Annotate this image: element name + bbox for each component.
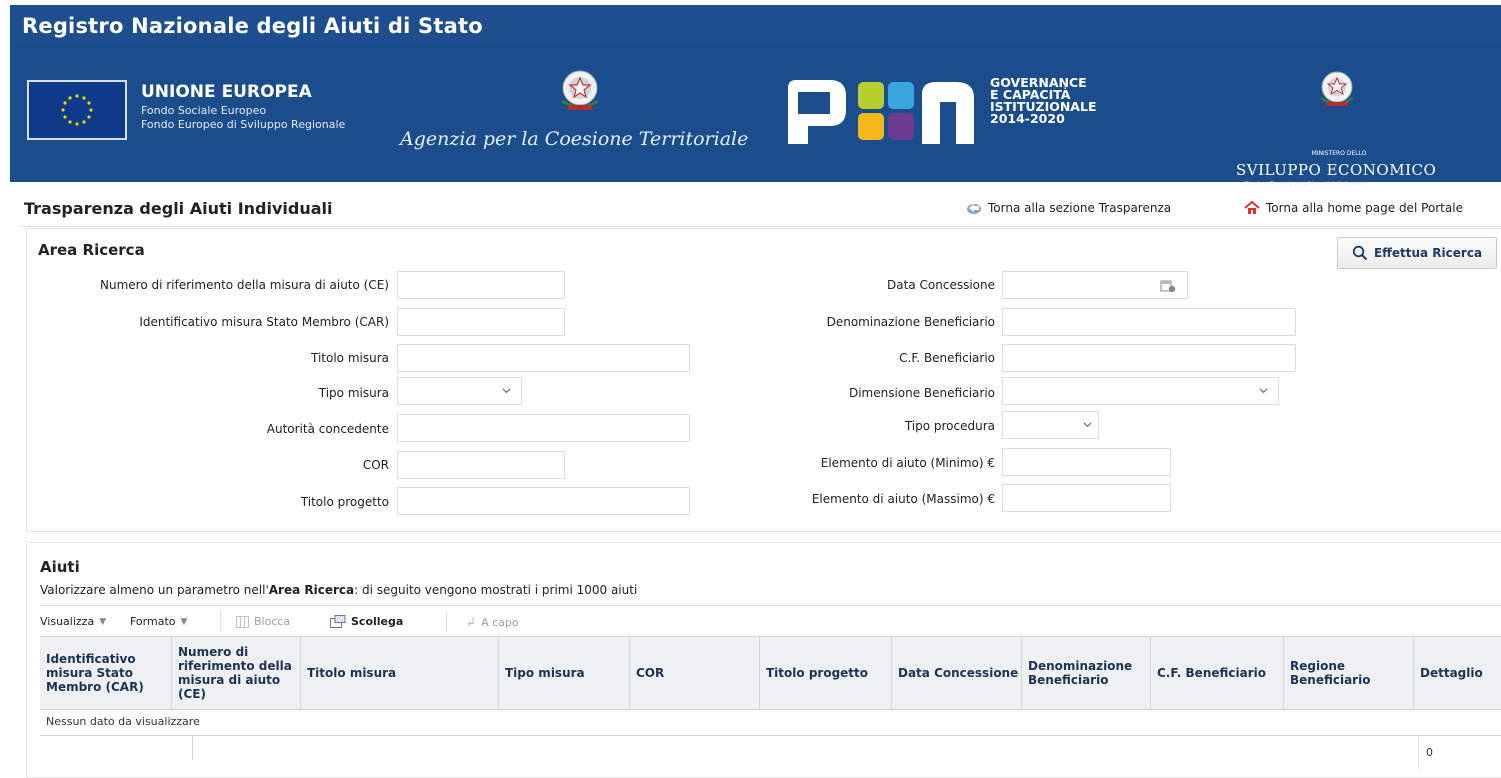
measure-type-label: Tipo misura <box>318 386 389 400</box>
wrap-label: A capo <box>481 615 519 629</box>
search-section-title: Area Ricerca <box>38 241 145 259</box>
chevron-down-icon <box>1259 388 1268 394</box>
footer-divider <box>1418 736 1419 770</box>
cor-input[interactable] <box>397 451 565 479</box>
eu-fund-social: Fondo Sociale Europeo <box>141 104 267 117</box>
procedure-type-select[interactable] <box>1002 411 1099 439</box>
grant-date-input[interactable] <box>1002 271 1188 299</box>
caret-down-icon: ▼ <box>99 616 107 627</box>
column-header-beneficiary-name[interactable]: Denominazione Beneficiario <box>1022 637 1151 709</box>
measure-type-select[interactable] <box>397 377 522 405</box>
format-menu-label: Formato <box>130 615 176 628</box>
empty-row: Nessun dato da visualizzare <box>40 709 1501 736</box>
aid-min-label: Elemento di aiuto (Minimo) € <box>820 456 995 470</box>
total-count: 0 <box>1426 746 1433 759</box>
freeze-icon <box>236 615 249 628</box>
back-to-transparency-link[interactable]: Torna alla sezione Trasparenza <box>966 201 1171 215</box>
column-header-beneficiary-cf[interactable]: C.F. Beneficiario <box>1151 637 1284 709</box>
aid-max-input[interactable] <box>1002 484 1171 512</box>
results-table-header: Identificativo misura Stato Membro (CAR)… <box>40 636 1501 710</box>
beneficiary-size-label: Dimensione Beneficiario <box>848 386 995 400</box>
results-panel: Aiuti Valorizzare almeno un parametro ne… <box>26 542 1501 778</box>
aid-min-input[interactable] <box>1002 448 1171 476</box>
freeze-label: Blocca <box>254 615 291 628</box>
results-note: Valorizzare almeno un parametro nell'Are… <box>40 583 637 597</box>
results-note-suffix: : di seguito vengono mostrati i primi 10… <box>354 583 638 597</box>
car-id-input[interactable] <box>397 308 565 336</box>
page-title: Trasparenza degli Aiuti Individuali <box>24 199 333 218</box>
header-banner: UNIONE EUROPEA Fondo Sociale Europeo Fon… <box>10 43 1501 187</box>
calendar-icon[interactable] <box>1160 279 1176 293</box>
column-header-cor[interactable]: COR <box>630 637 760 709</box>
cor-label: COR <box>362 458 389 472</box>
results-section-title: Aiuti <box>40 558 80 576</box>
results-toolbar: Visualizza ▼ Formato ▼ Blocca Scollega ↲… <box>40 605 1501 636</box>
chevron-down-icon <box>1083 422 1092 428</box>
detach-button[interactable]: Scollega <box>330 615 403 628</box>
detach-label: Scollega <box>351 615 404 628</box>
view-menu-label: Visualizza <box>40 615 95 628</box>
search-button-label: Effettua Ricerca <box>1373 246 1483 260</box>
back-arrow-icon <box>967 204 981 214</box>
column-header-measure-title[interactable]: Titolo misura <box>301 637 499 709</box>
measure-ref-label: Numero di riferimento della misura di ai… <box>100 278 389 292</box>
ministry-subtitle: Direzione Generale per gli Incentivi all… <box>1245 181 1366 187</box>
page-title-bar: Trasparenza degli Aiuti Individuali Torn… <box>20 192 1501 227</box>
freeze-button[interactable]: Blocca <box>236 615 290 628</box>
wrap-button[interactable]: ↲ A capo <box>466 615 519 629</box>
column-header-project-title[interactable]: Titolo progetto <box>760 637 892 709</box>
procedure-type-label: Tipo procedura <box>904 419 995 433</box>
back-to-home-link[interactable]: Torna alla home page del Portale <box>1244 201 1463 215</box>
view-menu[interactable]: Visualizza ▼ <box>40 615 106 628</box>
eu-title: UNIONE EUROPEA <box>141 82 312 102</box>
ministry-title: SVILUPPO ECONOMICO <box>1236 161 1437 179</box>
footer-divider <box>192 736 193 760</box>
column-header-measure-type[interactable]: Tipo misura <box>499 637 630 709</box>
column-header-grant-date[interactable]: Data Concessione <box>892 637 1022 709</box>
project-title-label: Titolo progetto <box>300 495 389 509</box>
app-title-bar: Registro Nazionale degli Aiuti di Stato <box>10 5 1501 43</box>
granting-authority-label: Autorità concedente <box>266 422 389 436</box>
back-to-transparency-label: Torna alla sezione Trasparenza <box>988 201 1172 215</box>
measure-ref-input[interactable] <box>397 271 565 299</box>
back-to-home-label: Torna alla home page del Portale <box>1266 201 1463 215</box>
search-icon <box>1352 245 1368 261</box>
beneficiary-size-select[interactable] <box>1002 377 1279 405</box>
chevron-down-icon <box>502 388 511 394</box>
search-panel: Area Ricerca Effettua Ricerca Numero di … <box>26 228 1501 532</box>
toolbar-divider <box>220 610 221 632</box>
column-header-detail[interactable]: Dettaglio <box>1414 637 1501 709</box>
column-header-beneficiary-region[interactable]: Regione Beneficiario <box>1284 637 1414 709</box>
format-menu[interactable]: Formato ▼ <box>130 615 187 628</box>
app-title: Registro Nazionale degli Aiuti di Stato <box>22 14 483 38</box>
pon-line-4: 2014-2020 <box>990 111 1065 126</box>
eu-fund-regional: Fondo Europeo di Sviluppo Regionale <box>141 118 346 131</box>
aid-max-label: Elemento di aiuto (Massimo) € <box>811 492 995 506</box>
grant-date-label: Data Concessione <box>887 278 995 292</box>
beneficiary-name-label: Denominazione Beneficiario <box>826 315 995 329</box>
column-header-ce[interactable]: Numero di riferimento della misura di ai… <box>172 637 301 709</box>
ministry-emblem-icon <box>1320 71 1354 106</box>
results-note-prefix: Valorizzare almeno un parametro nell' <box>40 583 269 597</box>
beneficiary-cf-input[interactable] <box>1002 344 1296 372</box>
search-button[interactable]: Effettua Ricerca <box>1337 237 1497 269</box>
toolbar-divider <box>446 610 447 632</box>
agency-name: Agenzia per la Coesione Territoriale <box>400 128 749 150</box>
beneficiary-name-input[interactable] <box>1002 308 1296 336</box>
wrap-icon: ↲ <box>466 615 477 629</box>
eu-flag-logo <box>27 80 127 140</box>
measure-title-label: Titolo misura <box>311 351 389 365</box>
column-header-car[interactable]: Identificativo misura Stato Membro (CAR) <box>40 637 172 709</box>
italian-emblem-icon <box>561 70 599 110</box>
home-icon <box>1244 201 1260 214</box>
ministry-small-title: MINISTERO DELLO <box>1311 150 1367 157</box>
beneficiary-cf-label: C.F. Beneficiario <box>899 351 995 365</box>
empty-message: Nessun dato da visualizzare <box>46 715 200 728</box>
pon-logo-icon <box>788 80 974 144</box>
caret-down-icon: ▼ <box>180 616 188 627</box>
results-note-bold: Area Ricerca <box>268 583 355 597</box>
table-footer: 0 <box>40 736 1501 770</box>
detach-icon <box>330 615 346 628</box>
car-id-label: Identificativo misura Stato Membro (CAR) <box>139 315 389 329</box>
